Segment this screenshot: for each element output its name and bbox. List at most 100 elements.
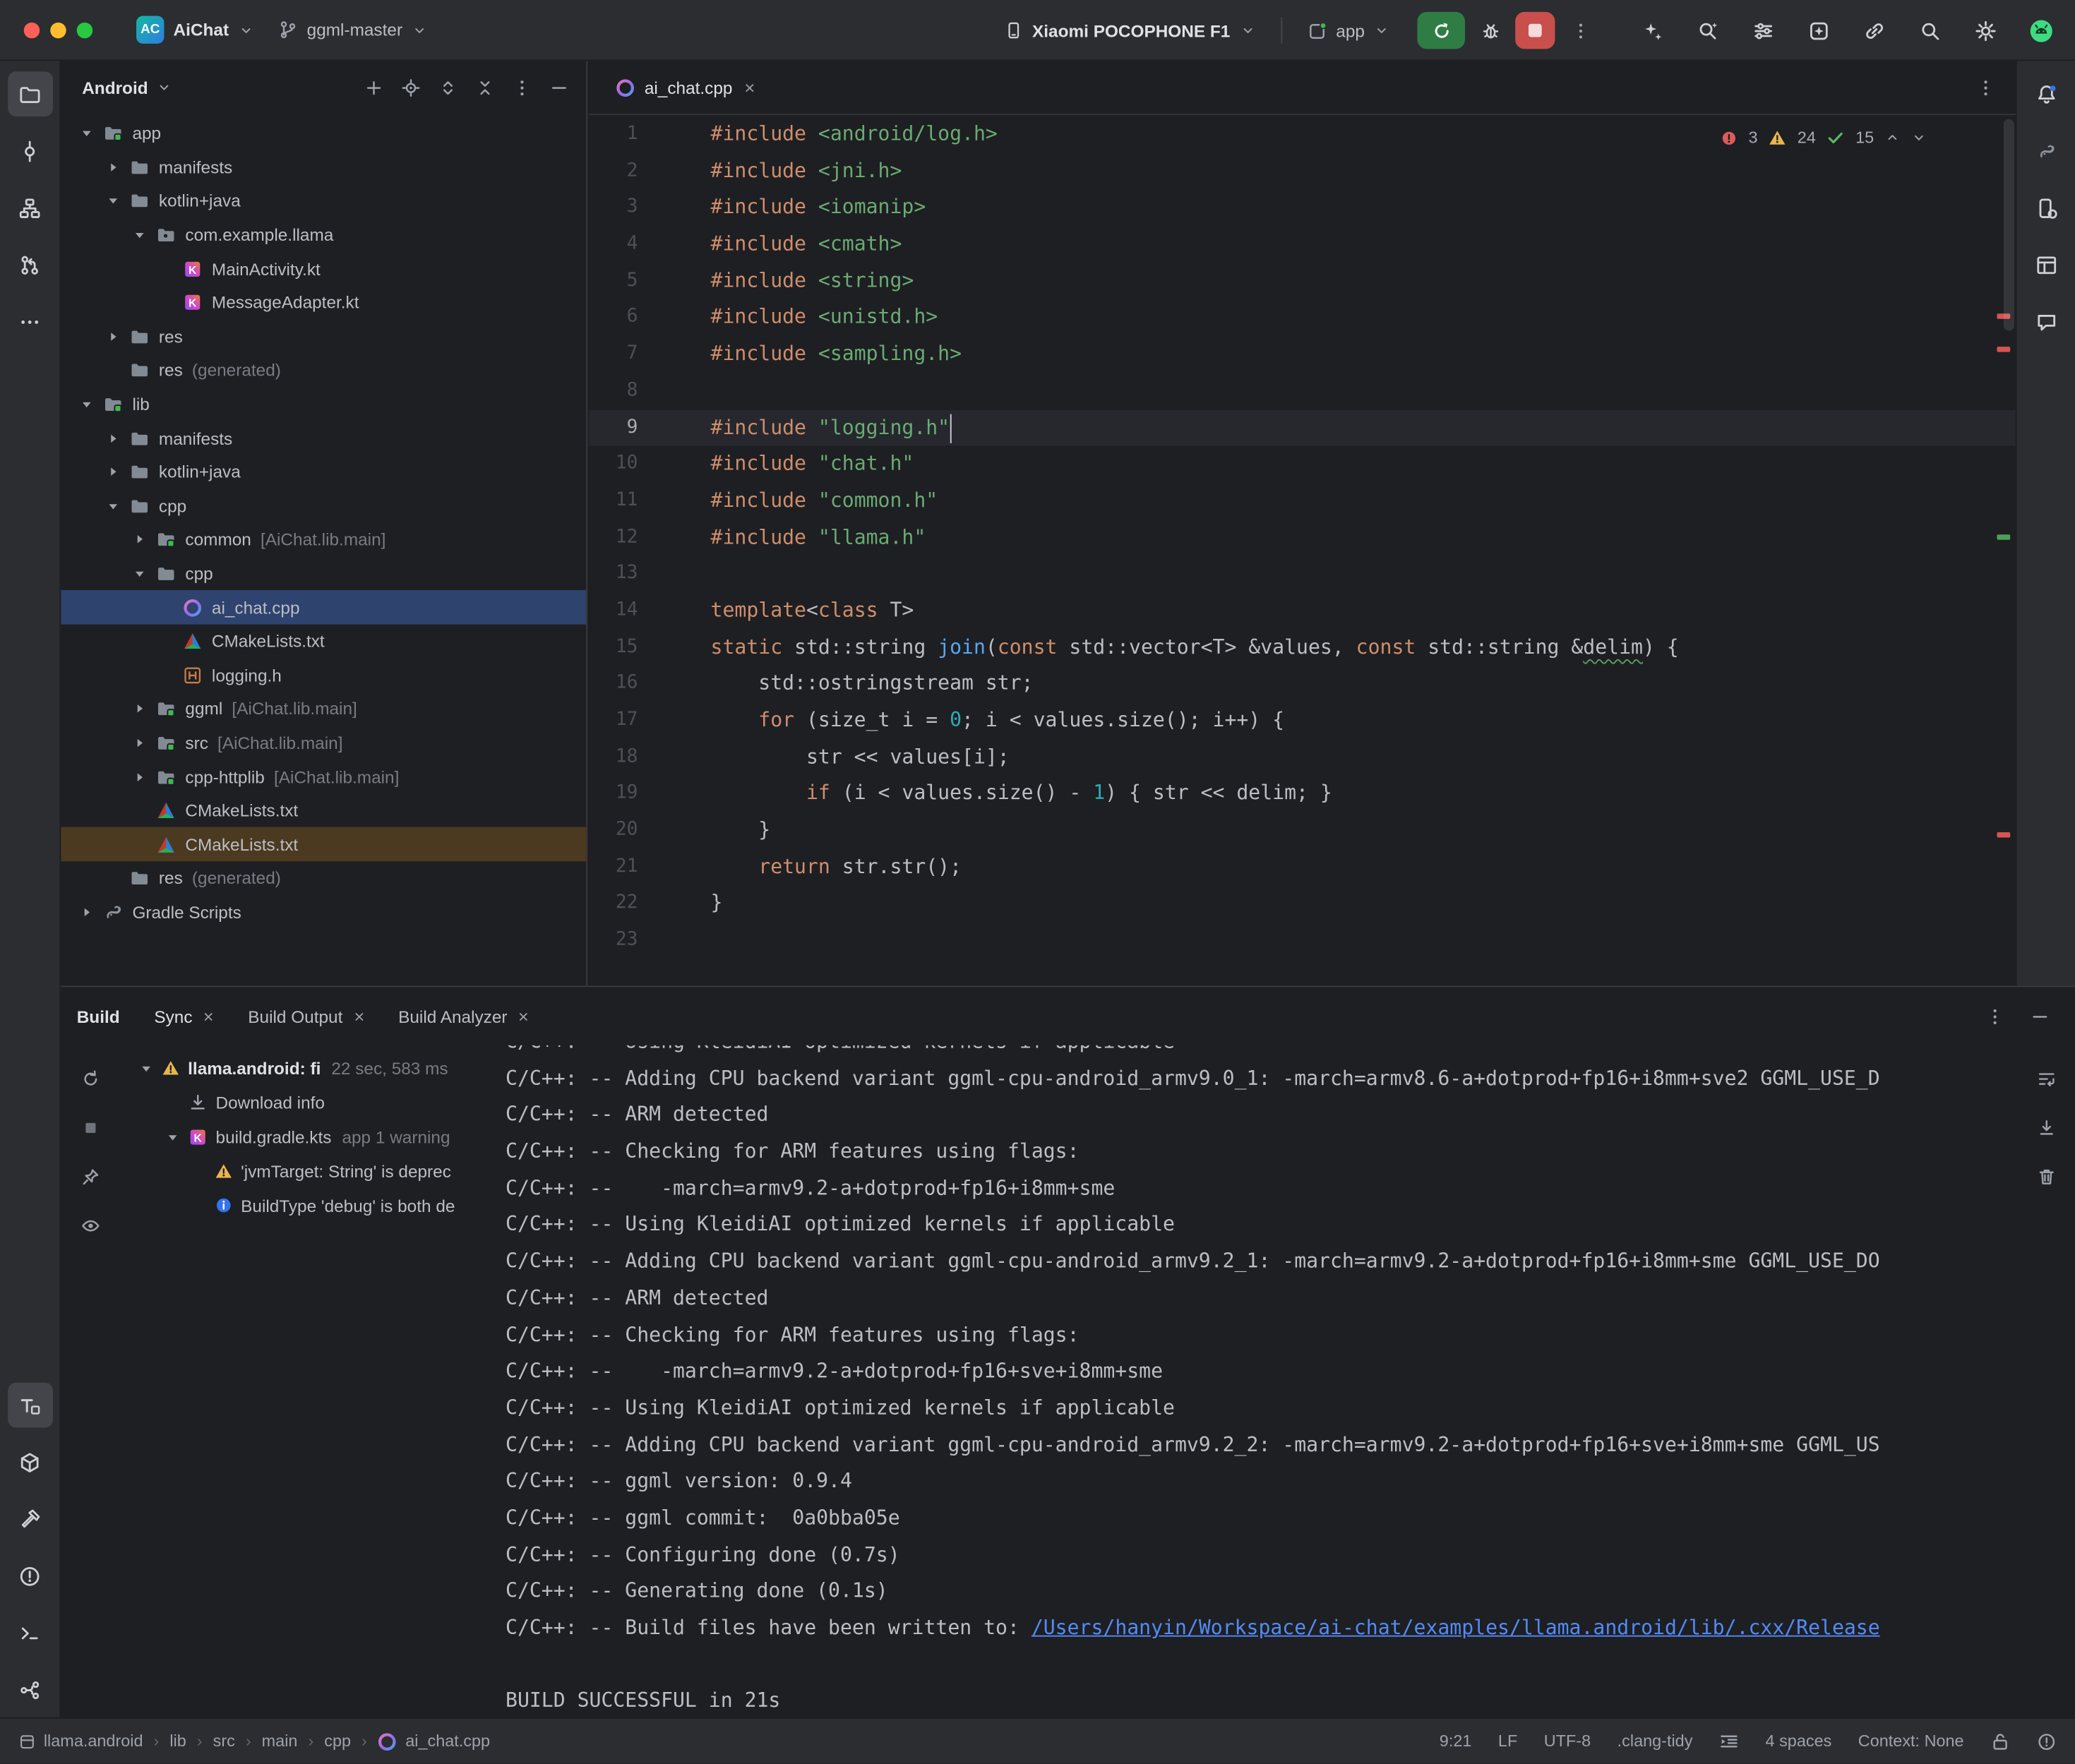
- console-scroll-to-end-button[interactable]: [2026, 1108, 2066, 1147]
- project-tree-item-ai-chat-cpp[interactable]: ai_chat.cpp: [61, 591, 586, 625]
- code-line-9[interactable]: 9#include "logging.h": [589, 409, 2016, 446]
- code-editor[interactable]: 1#include <android/log.h>2#include <jni.…: [589, 115, 2016, 985]
- tool-project-folder-button[interactable]: [7, 71, 52, 116]
- code-line-21[interactable]: 21 return str.str();: [589, 849, 2016, 886]
- status-clang-tidy[interactable]: .clang-tidy: [1617, 1732, 1693, 1751]
- breadcrumb-lib[interactable]: lib: [169, 1732, 186, 1751]
- project-view-selector[interactable]: Android: [82, 78, 172, 97]
- chevron-down-icon[interactable]: [131, 565, 148, 582]
- project-tree-item-cmakelists-txt[interactable]: CMakeLists.txt: [61, 827, 586, 861]
- code-line-3[interactable]: 3#include <iomanip>: [589, 190, 2016, 227]
- project-tree-item-gradle-scripts[interactable]: Gradle Scripts: [61, 895, 586, 929]
- build-tree-item-download-info[interactable]: Download info: [119, 1085, 490, 1120]
- code-line-7[interactable]: 7#include <sampling.h>: [589, 336, 2016, 373]
- build-tree-item-llama-android-fi[interactable]: llama.android: fi22 sec, 583 ms: [119, 1050, 490, 1085]
- code-line-8[interactable]: 8: [589, 373, 2016, 409]
- tool-layout-inspector-button[interactable]: [2023, 242, 2069, 287]
- code-line-20[interactable]: 20 }: [589, 812, 2016, 849]
- code-line-4[interactable]: 4#include <cmath>: [589, 227, 2016, 263]
- build-filter-eye-button[interactable]: [70, 1206, 109, 1245]
- project-add-button[interactable]: [356, 70, 390, 104]
- project-tree-item-manifests[interactable]: manifests: [61, 421, 586, 455]
- analysis-stripe-mark[interactable]: [1997, 832, 2010, 837]
- search-with-ai-button[interactable]: [1686, 9, 1728, 52]
- chevron-right-icon[interactable]: [78, 904, 95, 920]
- tool-build-button[interactable]: [7, 1496, 52, 1542]
- editor-tab-options-button[interactable]: [1965, 68, 2004, 107]
- branch-selector[interactable]: ggml-master: [266, 13, 440, 47]
- project-tree-item-manifests[interactable]: manifests: [61, 150, 586, 184]
- close-tab-icon[interactable]: [742, 80, 757, 95]
- project-tree-item-cpp-httplib-aichat-lib-main[interactable]: cpp-httplib[AiChat.lib.main]: [61, 760, 586, 793]
- project-tree-item-src-aichat-lib-main[interactable]: src[AiChat.lib.main]: [61, 726, 586, 760]
- console-soft-wrap-button[interactable]: [2026, 1059, 2066, 1098]
- project-tree-item-res[interactable]: res: [61, 320, 586, 354]
- minimize-window-button[interactable]: [50, 22, 66, 37]
- profile-button[interactable]: [2019, 9, 2062, 52]
- run-button[interactable]: [1418, 12, 1465, 49]
- share-button[interactable]: [1853, 9, 1895, 52]
- chevron-down-icon[interactable]: [78, 125, 95, 142]
- code-line-13[interactable]: 13: [589, 556, 2016, 593]
- code-line-12[interactable]: 12#include "llama.h": [589, 520, 2016, 556]
- close-tab-icon[interactable]: [202, 1009, 217, 1024]
- tool-packages-button[interactable]: [7, 1439, 52, 1484]
- tool-device-manager-button[interactable]: [2023, 185, 2069, 230]
- code-line-17[interactable]: 17 for (size_t i = 0; i < values.size();…: [589, 702, 2016, 739]
- status-context[interactable]: Context: None: [1858, 1732, 1964, 1751]
- project-tree-item-cpp[interactable]: cpp: [61, 489, 586, 523]
- stop-button[interactable]: [1516, 12, 1555, 49]
- editor-scrollbar[interactable]: [2004, 119, 2014, 331]
- chevron-right-icon[interactable]: [104, 463, 121, 480]
- next-issue-icon[interactable]: [1911, 130, 1927, 145]
- code-line-22[interactable]: 22}: [589, 886, 2016, 923]
- code-line-10[interactable]: 10#include "chat.h": [589, 446, 2016, 483]
- build-tool-window-title[interactable]: Build: [77, 1006, 120, 1026]
- code-line-19[interactable]: 19 if (i < values.size() - 1) { str << d…: [589, 776, 2016, 812]
- debug-button[interactable]: [1471, 11, 1510, 50]
- chevron-right-icon[interactable]: [104, 159, 121, 176]
- status-lock-button[interactable]: [1990, 1732, 2010, 1751]
- code-line-16[interactable]: 16 std::ostringstream str;: [589, 666, 2016, 702]
- tool-more-horizontal-button[interactable]: [7, 299, 52, 344]
- chevron-right-icon[interactable]: [131, 531, 148, 548]
- project-more-vertical-button[interactable]: [504, 70, 539, 104]
- build-rerun-button[interactable]: [70, 1059, 109, 1098]
- chevron-right-icon[interactable]: [104, 430, 121, 447]
- build-tree-item-jvmtarget-string-is-deprec[interactable]: 'jvmTarget: String' is deprec: [119, 1153, 490, 1188]
- editor-tab-ai-chat-cpp[interactable]: ai_chat.cpp: [602, 61, 770, 114]
- settings-button[interactable]: [1964, 9, 2007, 52]
- tool-notifications-button[interactable]: [2023, 71, 2069, 116]
- code-line-18[interactable]: 18 str << values[i];: [589, 739, 2016, 776]
- chevron-right-icon[interactable]: [131, 734, 148, 751]
- tool-terminal-button[interactable]: [7, 1610, 52, 1655]
- project-tree-item-common-aichat-lib-main[interactable]: common[AiChat.lib.main]: [61, 523, 586, 557]
- prev-issue-icon[interactable]: [1884, 130, 1900, 145]
- analysis-stripe-mark[interactable]: [1997, 347, 2010, 352]
- search-button[interactable]: [1908, 9, 1951, 52]
- breadcrumb-ai-chat-cpp[interactable]: ai_chat.cpp: [378, 1732, 490, 1751]
- inspections-widget[interactable]: 3 24 15: [1709, 124, 1939, 150]
- status-indent-size[interactable]: 4 spaces: [1766, 1732, 1832, 1751]
- project-tree-item-com-example-llama[interactable]: com.example.llama: [61, 218, 586, 252]
- device-selector[interactable]: Xiaomi POCOPHONE F1: [993, 14, 1267, 47]
- project-tree-item-app[interactable]: app: [61, 116, 586, 150]
- build-tab-sync[interactable]: Sync: [141, 998, 229, 1034]
- breadcrumb-main[interactable]: main: [262, 1732, 298, 1751]
- project-tree-item-messageadapter-kt[interactable]: KMessageAdapter.kt: [61, 286, 586, 320]
- chevron-down-icon[interactable]: [104, 193, 121, 210]
- chevron-down-icon[interactable]: [137, 1059, 154, 1076]
- project-tree-item-kotlin-java[interactable]: kotlin+java: [61, 184, 586, 218]
- tool-text-case-button[interactable]: [7, 1383, 52, 1428]
- build-options-button[interactable]: [1975, 996, 2014, 1036]
- console-clear-button[interactable]: [2026, 1156, 2066, 1196]
- tool-commit-button[interactable]: [7, 128, 52, 174]
- project-tree-item-mainactivity-kt[interactable]: KMainActivity.kt: [61, 252, 586, 286]
- project-tree-item-cmakelists-txt[interactable]: CMakeLists.txt: [61, 625, 586, 659]
- build-pin-button[interactable]: [70, 1156, 109, 1196]
- chevron-right-icon[interactable]: [104, 328, 121, 345]
- breadcrumb-cpp[interactable]: cpp: [324, 1732, 351, 1751]
- chevron-down-icon[interactable]: [163, 1128, 180, 1145]
- build-stop-button[interactable]: [70, 1108, 109, 1147]
- build-tab-build-output[interactable]: Build Output: [235, 998, 380, 1034]
